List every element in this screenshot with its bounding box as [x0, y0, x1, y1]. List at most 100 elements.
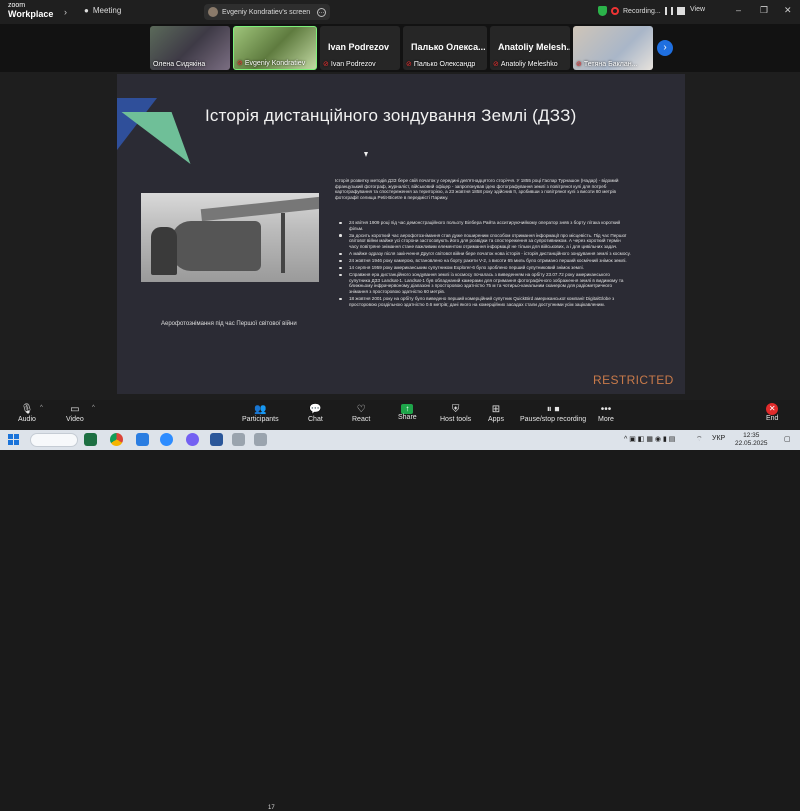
- view-menu[interactable]: View: [690, 6, 705, 13]
- share-button[interactable]: ↑ Share: [398, 403, 417, 421]
- windows-taskbar: ^ ▣ ◧ ▦ ◉ ▮ ▤ ⌔ УКР 12:35 22.05.2025 ▢: [0, 430, 800, 450]
- security-shield-icon[interactable]: [598, 6, 607, 16]
- word-icon[interactable]: [210, 433, 223, 446]
- video-button[interactable]: ▭ Video ^: [66, 403, 95, 423]
- pause-stop-icon: ⏸ ⏹: [546, 404, 560, 415]
- chat-icon: 💬: [309, 404, 322, 415]
- bullet-item: 24 квітня 1909 році під час демонстрацій…: [335, 220, 631, 231]
- participant-tile[interactable]: Ivan Podrezov ⊘ Ivan Podrezov: [320, 26, 400, 70]
- participant-name: Палько Олександр: [413, 60, 476, 68]
- photo-wing: [200, 196, 319, 222]
- mic-muted-icon: ⊘: [493, 61, 499, 68]
- react-button[interactable]: ♡ React: [352, 403, 370, 423]
- mic-muted-icon: ⊘: [406, 61, 412, 68]
- chrome-icon[interactable]: [110, 433, 123, 446]
- meeting-toolbar: 🎙 Audio ^ ▭ Video ^ 👥 Participants 17 💬 …: [0, 400, 800, 811]
- participant-strip: Олена Сидякіна ⊘ Evgeniy Kondratiev Ivan…: [0, 24, 800, 72]
- chat-label: Chat: [308, 416, 323, 423]
- restore-icon[interactable]: ❐: [760, 5, 768, 16]
- mic-muted-icon: ⊘: [323, 61, 329, 68]
- slide-bullet-list: 24 квітня 1909 році під час демонстрацій…: [335, 220, 631, 309]
- video-camera-icon: ▭: [70, 404, 80, 415]
- app-icon[interactable]: [232, 433, 245, 446]
- microphone-icon: 🎙: [20, 404, 34, 415]
- shared-screen-label: Evgeniy Kondratiev's screen: [222, 8, 311, 16]
- bullet-item: Справжня ера дистанційного зондування зе…: [335, 272, 631, 294]
- app-icon[interactable]: [254, 433, 267, 446]
- pause-stop-recording-button[interactable]: ⏸ ⏹ Pause/stop recording: [520, 403, 586, 423]
- participants-button[interactable]: 👥 Participants: [242, 403, 279, 423]
- chevron-right-icon[interactable]: ›: [64, 7, 67, 17]
- participant-name-row: ⊘ Ivan Podrezov: [323, 60, 376, 69]
- meeting-label: Meeting: [92, 6, 122, 15]
- recording-status: Recording...: [598, 6, 685, 16]
- audio-caret-icon[interactable]: ^: [40, 405, 43, 411]
- bullet-item: 18 жовтня 2001 року на орбіту було вивед…: [335, 296, 631, 307]
- slide-title: Історія дистанційного зондування Землі (…: [205, 106, 577, 125]
- taskbar-time: 12:35: [743, 432, 760, 439]
- bullet-item: За досить короткий час аерофотознімання …: [335, 233, 631, 250]
- presenter-avatar: [208, 7, 218, 17]
- system-tray-icons[interactable]: ^ ▣ ◧ ▦ ◉ ▮ ▤: [624, 435, 675, 443]
- participant-tile[interactable]: ⊘ Тетяна Баклан...: [573, 26, 653, 70]
- historic-aerial-photo: [141, 193, 319, 282]
- logo-line2: Workplace: [8, 9, 54, 19]
- participant-tile-active[interactable]: ⊘ Evgeniy Kondratiev: [233, 26, 317, 70]
- participant-tile[interactable]: Палько Олекса... ⊘ Палько Олександр: [403, 26, 487, 70]
- slide-intro-text: Історія розвитку методів ДЗЗ бере свій п…: [335, 178, 619, 200]
- stop-recording-icon[interactable]: [676, 7, 685, 15]
- participant-big-name: Палько Олекса...: [411, 42, 486, 52]
- participant-name-row: ⊘ Тетяна Баклан...: [576, 60, 637, 69]
- share-label: Share: [398, 414, 417, 421]
- taskbar-clock[interactable]: 12:35 22.05.2025: [735, 432, 768, 447]
- participants-icon: 👥: [254, 404, 267, 415]
- video-caret-icon[interactable]: ^: [92, 405, 95, 411]
- meeting-menu[interactable]: ● Meeting: [84, 6, 121, 15]
- bullet-item: 14 серпня 1959 року американським супутн…: [335, 265, 631, 271]
- restricted-label: RESTRICTED: [593, 373, 674, 387]
- participant-tile[interactable]: Олена Сидякіна: [150, 26, 230, 70]
- end-call-icon: ✕: [766, 403, 779, 415]
- more-options-icon[interactable]: …: [317, 7, 326, 17]
- pause-recording-icon[interactable]: [664, 7, 673, 15]
- audio-button[interactable]: 🎙 Audio ^: [18, 403, 43, 423]
- mic-muted-icon: ⊘: [237, 60, 243, 67]
- shared-screen-area: Історія дистанційного зондування Землі (…: [0, 72, 800, 400]
- recording-label: Recording...: [623, 7, 661, 15]
- more-icon: •••: [600, 404, 612, 415]
- apps-button[interactable]: ⊞ Apps: [488, 403, 504, 423]
- host-tools-button[interactable]: ⛨ Host tools: [440, 403, 471, 423]
- close-icon[interactable]: ✕: [784, 5, 792, 16]
- participant-tile[interactable]: Anatoliy Melesh... ⊘ Anatoliy Meleshko: [490, 26, 570, 70]
- apps-icon: ⊞: [491, 404, 501, 415]
- shared-screen-pill[interactable]: Evgeniy Kondratiev's screen …: [204, 4, 330, 20]
- presentation-slide: Історія дистанційного зондування Землі (…: [117, 74, 685, 394]
- zoom-app-icon[interactable]: [160, 433, 173, 446]
- participant-big-name: Ivan Podrezov: [328, 42, 390, 52]
- minimize-icon[interactable]: –: [736, 5, 741, 15]
- end-label: End: [766, 415, 779, 422]
- windows-start-icon[interactable]: [8, 434, 20, 446]
- zoom-logo: zoom Workplace: [8, 2, 54, 19]
- viber-icon[interactable]: [186, 433, 199, 446]
- language-indicator[interactable]: УКР: [712, 435, 725, 442]
- excel-icon[interactable]: [84, 433, 97, 446]
- chat-button[interactable]: 💬 Chat: [308, 403, 323, 423]
- audio-label: Audio: [18, 416, 36, 423]
- heart-icon: ♡: [356, 404, 366, 415]
- participant-name: Evgeniy Kondratiev: [244, 59, 306, 67]
- photos-icon[interactable]: [136, 433, 149, 446]
- photo-strut: [281, 213, 285, 273]
- video-label: Video: [66, 416, 84, 423]
- mouse-cursor-icon: [364, 152, 368, 157]
- end-meeting-button[interactable]: ✕ End: [766, 403, 778, 422]
- notifications-icon[interactable]: ▢: [784, 435, 791, 443]
- participant-name: Ivan Podrezov: [330, 60, 376, 68]
- logo-line1: zoom: [8, 2, 26, 9]
- bullet-item: А майже одразу після закінчення Другої с…: [335, 251, 631, 257]
- next-participants-button[interactable]: ›: [657, 40, 673, 56]
- bullet-item: 24 жовтня 1946 року камерою, встановлено…: [335, 258, 631, 264]
- wifi-icon[interactable]: ⌔: [696, 435, 703, 444]
- taskbar-search-box[interactable]: [30, 433, 78, 447]
- more-button[interactable]: ••• More: [598, 403, 614, 423]
